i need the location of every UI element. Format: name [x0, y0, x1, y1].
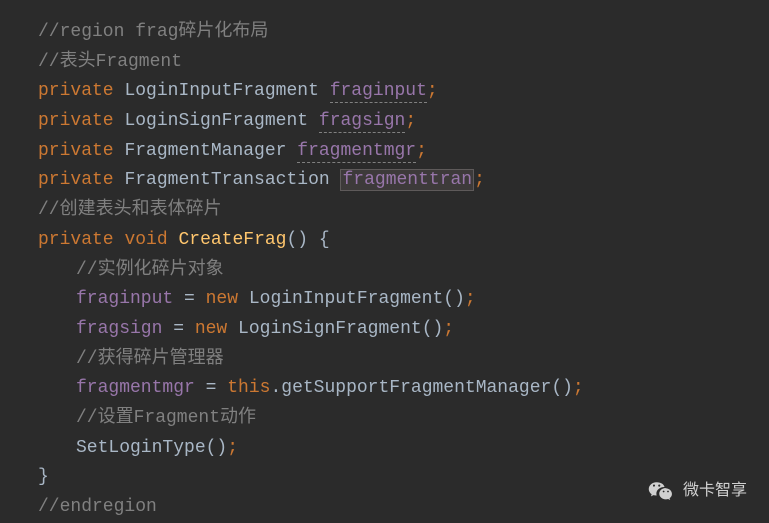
method-getsupport: getSupportFragmentManager [281, 378, 551, 398]
type-name: FragmentManager [124, 141, 286, 161]
field-ref: fragmentmgr [76, 378, 195, 398]
kw-private: private [38, 230, 114, 250]
type-name: LoginSignFragment [124, 111, 308, 131]
kw-new: new [206, 289, 238, 309]
code-line: //创建表头和表体碎片 [38, 196, 769, 226]
kw-new: new [195, 319, 227, 339]
type-name: LoginSignFragment [238, 319, 422, 339]
kw-private: private [38, 141, 114, 161]
field-fragmenttran-highlighted: fragmenttran [340, 169, 474, 191]
type-name: FragmentTransaction [124, 170, 329, 190]
code-line: private LoginInputFragment fraginput; [38, 77, 769, 107]
comment-getmgr: //获得碎片管理器 [76, 349, 224, 369]
code-line: //获得碎片管理器 [38, 345, 769, 375]
code-editor-content: //region frag碎片化布局 //表头Fragment private … [38, 18, 769, 523]
field-fragsign: fragsign [319, 111, 405, 133]
code-line: SetLoginType(); [38, 434, 769, 464]
kw-void: void [124, 230, 167, 250]
code-line: private FragmentManager fragmentmgr; [38, 137, 769, 167]
code-line: fraginput = new LoginInputFragment(); [38, 285, 769, 315]
kw-private: private [38, 111, 114, 131]
branding-watermark: 微卡智享 [647, 477, 747, 505]
kw-private: private [38, 170, 114, 190]
method-setlogin: SetLoginType [76, 438, 206, 458]
comment-instance: //实例化碎片对象 [76, 260, 224, 280]
kw-private: private [38, 81, 114, 101]
code-line: private void CreateFrag() { [38, 226, 769, 256]
wechat-icon [647, 477, 675, 505]
comment-endregion: //endregion [38, 497, 157, 517]
branding-text: 微卡智享 [683, 478, 747, 504]
code-line: private LoginSignFragment fragsign; [38, 107, 769, 137]
code-line: //实例化碎片对象 [38, 256, 769, 286]
comment-setfrag: //设置Fragment动作 [76, 408, 256, 428]
field-ref: fragsign [76, 319, 162, 339]
field-ref: fraginput [76, 289, 173, 309]
field-fraginput: fraginput [330, 81, 427, 103]
code-line: fragsign = new LoginSignFragment(); [38, 315, 769, 345]
kw-this: this [227, 378, 270, 398]
code-line: //表头Fragment [38, 48, 769, 78]
code-line: private FragmentTransaction fragmenttran… [38, 166, 769, 196]
code-line: //region frag碎片化布局 [38, 18, 769, 48]
type-name: LoginInputFragment [124, 81, 318, 101]
comment-header: //表头Fragment [38, 52, 182, 72]
type-name: LoginInputFragment [249, 289, 443, 309]
code-line: fragmentmgr = this.getSupportFragmentMan… [38, 374, 769, 404]
comment-create: //创建表头和表体碎片 [38, 200, 222, 220]
code-line: //设置Fragment动作 [38, 404, 769, 434]
field-fragmentmgr: fragmentmgr [297, 141, 416, 163]
comment-region-start: //region frag碎片化布局 [38, 22, 268, 42]
method-createfrag: CreateFrag [178, 230, 286, 250]
